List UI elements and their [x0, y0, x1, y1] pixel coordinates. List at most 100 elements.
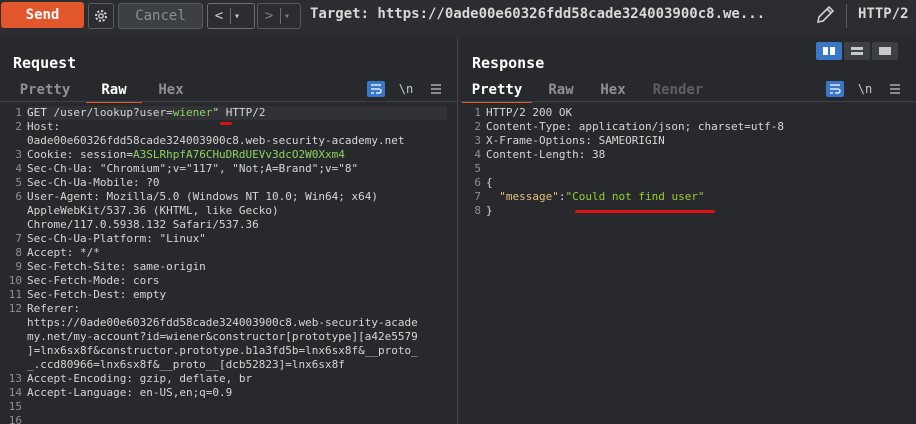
- layout-single-button[interactable]: [872, 42, 898, 60]
- line-content: Content-Type: application/json; charset=…: [486, 120, 785, 133]
- code-line: https://0ade00e60326fdd58cade324003900c8…: [0, 316, 457, 330]
- menu-button[interactable]: [886, 81, 904, 97]
- tab-raw[interactable]: Raw: [86, 81, 142, 103]
- line-content: Accept-Language: en-US,en;q=0.9: [27, 386, 233, 399]
- line-number: 2: [15, 120, 22, 133]
- line-number: 4: [474, 148, 481, 161]
- http-method: GET: [27, 106, 47, 119]
- code-line: 13 Accept-Encoding: gzip, deflate, br: [0, 372, 457, 386]
- back-dropdown-icon[interactable]: ▾: [231, 11, 243, 22]
- code-line: 11 Sec-Fetch-Dest: empty: [0, 288, 457, 302]
- line-number: 7: [15, 232, 22, 245]
- line-number: 8: [15, 246, 22, 259]
- pencil-icon: [816, 5, 835, 24]
- line-number: 12: [8, 302, 22, 315]
- code-line: 8 Accept: */*: [0, 246, 457, 260]
- line-content: GET /user/lookup?user=wiener" HTTP/2: [27, 106, 447, 120]
- forward-dropdown-icon[interactable]: ▾: [281, 11, 293, 22]
- tab-render[interactable]: Render: [642, 81, 714, 101]
- line-content: AppleWebKit/537.36 (KHTML, like Gecko): [27, 204, 279, 217]
- menu-button[interactable]: [427, 81, 445, 97]
- divider: [846, 4, 847, 28]
- cancel-button[interactable]: Cancel: [118, 3, 203, 29]
- request-panel: Request Pretty Raw Hex \n 1 GET /user/lo…: [0, 37, 458, 424]
- underline-annotation: [220, 122, 232, 125]
- code-line: 2 Content-Type: application/json; charset…: [459, 120, 916, 134]
- code-line: 4 Sec-Ch-Ua: "Chromium";v="117", "Not;A=B…: [0, 162, 457, 176]
- wrap-icon: [371, 84, 382, 94]
- code-line: 0ade00e60326fdd58cade324003900c8.web-sec…: [0, 134, 457, 148]
- single-pane-icon: [879, 47, 891, 55]
- code-line: 3 Cookie: session=A3SLRhpfA76CHuDRdUEVv3…: [0, 148, 457, 162]
- code-line: 9 Sec-Fetch-Site: same-origin: [0, 260, 457, 274]
- json-key: "message": [499, 190, 559, 203]
- word-wrap-toggle[interactable]: [367, 81, 385, 97]
- newline-toggle[interactable]: \n: [856, 81, 874, 97]
- line-content: Sec-Ch-Ua-Mobile: ?0: [27, 176, 160, 189]
- code-line: 7 Sec-Ch-Ua-Platform: "Linux": [0, 232, 457, 246]
- back-nav-group[interactable]: < ▾: [207, 3, 255, 29]
- tab-pretty[interactable]: Pretty: [10, 81, 80, 101]
- line-number: 4: [15, 162, 22, 175]
- settings-gear-button[interactable]: [88, 3, 114, 29]
- query-param-name: user=: [139, 106, 173, 119]
- hamburger-icon: [890, 84, 900, 94]
- layout-stacked-button[interactable]: [844, 42, 870, 60]
- tab-raw[interactable]: Raw: [538, 81, 584, 101]
- line-content: Chrome/117.0.5938.132 Safari/537.36: [27, 218, 259, 231]
- cookie-name: session=: [73, 148, 133, 161]
- request-line-rest: " HTTP/2: [212, 106, 266, 119]
- edit-target-button[interactable]: [814, 4, 838, 26]
- divider: [0, 101, 457, 102]
- code-line: Chrome/117.0.5938.132 Safari/537.36: [0, 218, 457, 232]
- line-number: 13: [8, 372, 22, 385]
- back-arrow-icon[interactable]: <: [208, 8, 230, 24]
- divider: [459, 101, 916, 102]
- line-content: Host:: [27, 120, 61, 133]
- line-number: 5: [15, 176, 22, 189]
- line-number: 11: [8, 288, 22, 301]
- line-number: [0, 316, 27, 330]
- line-content: Sec-Ch-Ua: "Chromium";v="117", "Not;A=Br…: [27, 162, 359, 175]
- json-string-value: "Could not find user": [565, 190, 705, 203]
- tab-pretty[interactable]: Pretty: [462, 81, 532, 103]
- line-content: Content-Length: 38: [486, 148, 606, 161]
- tab-hex[interactable]: Hex: [590, 81, 636, 101]
- code-line: 6{: [459, 176, 916, 190]
- layout-side-by-side-button[interactable]: [816, 42, 842, 60]
- response-viewer[interactable]: 1 HTTP/2 200 OK 2 Content-Type: applicatio…: [459, 106, 916, 218]
- line-content: Sec-Fetch-Dest: empty: [27, 288, 167, 301]
- line-content: "message":"Could not find user": [486, 190, 705, 204]
- tab-hex[interactable]: Hex: [148, 81, 194, 101]
- line-content: Referer:: [27, 302, 80, 315]
- forward-arrow-icon[interactable]: >: [258, 8, 280, 24]
- code-line: 14 Accept-Language: en-US,en;q=0.9: [0, 386, 457, 400]
- cookie-value: A3SLRhpfA76CHuDRdUEVv3dcO2W0Xxm4: [132, 148, 345, 161]
- newline-toggle[interactable]: \n: [397, 81, 415, 97]
- word-wrap-toggle[interactable]: [826, 81, 844, 97]
- line-number: 7: [474, 190, 481, 203]
- code-line: ]=lnx6sx8f&constructor.prototype.b1a3fd5…: [0, 344, 457, 358]
- line-content: https://0ade00e60326fdd58cade324003900c8…: [27, 316, 418, 329]
- line-content: X-Frame-Options: SAMEORIGIN: [486, 134, 665, 147]
- request-editor[interactable]: 1 GET /user/lookup?user=wiener" HTTP/2 2…: [0, 106, 457, 424]
- line-number: 14: [8, 386, 22, 399]
- rows-icon: [851, 47, 863, 55]
- query-param-value: wiener: [172, 106, 213, 119]
- forward-nav-group[interactable]: > ▾: [257, 3, 301, 29]
- line-content: User-Agent: Mozilla/5.0 (Windows NT 10.0…: [27, 190, 378, 203]
- response-panel: Response Pretty Raw Hex Render \n 1 HTTP/…: [459, 37, 916, 424]
- response-tabs: Pretty Raw Hex Render: [462, 81, 720, 103]
- line-number: [0, 218, 27, 232]
- line-content: }: [486, 204, 493, 217]
- line-number: [0, 204, 27, 218]
- send-button[interactable]: Send: [1, 2, 84, 28]
- code-line: AppleWebKit/537.36 (KHTML, like Gecko): [0, 204, 457, 218]
- line-content: HTTP/2 200 OK: [486, 106, 573, 119]
- line-number: 10: [8, 274, 22, 287]
- code-line: 5 Sec-Ch-Ua-Mobile: ?0: [0, 176, 457, 190]
- http-version-label[interactable]: HTTP/2: [858, 6, 909, 22]
- code-line: 5: [459, 162, 916, 176]
- header-key: Cookie:: [27, 148, 74, 161]
- line-content: Sec-Fetch-Site: same-origin: [27, 260, 206, 273]
